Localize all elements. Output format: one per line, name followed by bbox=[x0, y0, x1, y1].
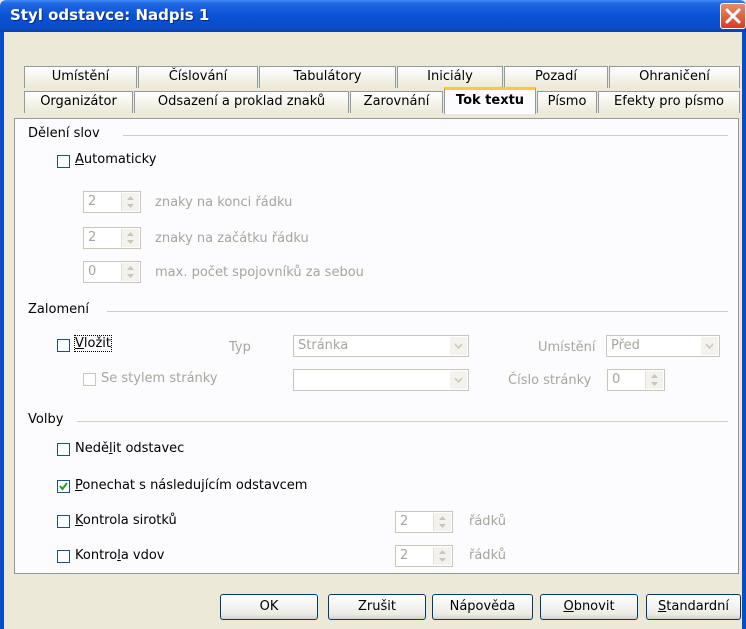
dropdown-button[interactable] bbox=[701, 337, 718, 355]
spin-arrows-icon bbox=[127, 232, 134, 244]
checkmark-icon bbox=[59, 482, 68, 491]
chevron-down-icon bbox=[454, 377, 463, 383]
window-frame-right bbox=[742, 32, 746, 629]
obnovit-button[interactable]: Obnovit bbox=[540, 594, 638, 620]
cislo-stranky-spin[interactable]: 0 bbox=[607, 369, 665, 391]
tab-pismo[interactable]: Písmo bbox=[537, 91, 597, 113]
sirotky-spin[interactable]: 2 bbox=[395, 511, 453, 533]
umisteni-label: Umístění bbox=[538, 340, 596, 355]
typ-select[interactable]: Stránka bbox=[293, 335, 469, 357]
tab-organizator[interactable]: Organizátor bbox=[24, 91, 133, 113]
typ-label: Typ bbox=[229, 340, 251, 355]
divider bbox=[123, 135, 728, 136]
spin-buttons[interactable] bbox=[433, 547, 451, 565]
chevron-down-icon bbox=[705, 343, 714, 349]
spin-znaky-konec-label: znaky na konci řádku bbox=[155, 195, 293, 210]
nedelit-label: Nedělit odstavec bbox=[75, 441, 185, 456]
spin-max-spojovniku[interactable]: 0 bbox=[83, 261, 141, 283]
close-button[interactable] bbox=[720, 3, 746, 29]
umisteni-select[interactable]: Před bbox=[606, 335, 720, 357]
divider bbox=[77, 421, 728, 422]
vdovy-unit: řádků bbox=[469, 548, 506, 563]
dropdown-button[interactable] bbox=[450, 337, 467, 355]
ponechat-checkbox[interactable] bbox=[57, 480, 70, 493]
group-zalomeni: Zalomení bbox=[28, 302, 89, 317]
group-deleni-slov: Dělení slov bbox=[28, 126, 100, 141]
tab-zarovnani[interactable]: Zarovnání bbox=[350, 91, 443, 113]
spin-buttons[interactable] bbox=[433, 513, 451, 531]
dropdown-button[interactable] bbox=[450, 371, 467, 389]
vdovy-spin[interactable]: 2 bbox=[395, 545, 453, 567]
ponechat-label: Ponechat s následujícím odstavcem bbox=[75, 478, 308, 493]
tab-pozadi[interactable]: Pozadí bbox=[504, 66, 608, 88]
tab-efekty-pro-pismo[interactable]: Efekty pro písmo bbox=[598, 91, 740, 113]
spin-buttons[interactable] bbox=[121, 229, 139, 247]
close-icon bbox=[725, 8, 741, 24]
tab-inicialy[interactable]: Iniciály bbox=[397, 66, 503, 88]
se-stylem-checkbox[interactable] bbox=[83, 373, 96, 386]
spin-arrows-icon bbox=[439, 516, 446, 528]
standardni-button[interactable]: Standardní bbox=[646, 594, 741, 620]
vlozit-label: Vložit bbox=[73, 335, 113, 352]
spin-buttons[interactable] bbox=[121, 193, 139, 211]
zrusit-button[interactable]: Zrušit bbox=[328, 594, 426, 620]
napoveda-button[interactable]: Nápověda bbox=[432, 594, 533, 620]
divider bbox=[107, 311, 728, 312]
group-volby: Volby bbox=[28, 412, 64, 427]
vdovy-label: Kontrola vdov bbox=[75, 548, 165, 563]
ok-button[interactable]: OK bbox=[220, 594, 318, 620]
spin-znaky-zacatek[interactable]: 2 bbox=[83, 227, 141, 249]
spin-buttons[interactable] bbox=[645, 371, 663, 389]
tab-tok-textu[interactable]: Tok textu bbox=[444, 87, 536, 114]
spin-max-spojovniku-label: max. počet spojovníků za sebou bbox=[155, 265, 364, 280]
se-stylem-label: Se stylem stránky bbox=[101, 371, 218, 386]
spin-buttons[interactable] bbox=[121, 263, 139, 281]
tab-cislovani[interactable]: Číslování bbox=[138, 66, 258, 88]
sirotky-unit: řádků bbox=[469, 514, 506, 529]
automaticky-checkbox[interactable] bbox=[57, 155, 70, 168]
spin-znaky-konec[interactable]: 2 bbox=[83, 191, 141, 213]
sirotky-label: Kontrola sirotků bbox=[75, 513, 177, 528]
vlozit-checkbox[interactable] bbox=[57, 339, 70, 352]
chevron-down-icon bbox=[454, 343, 463, 349]
spin-znaky-zacatek-label: znaky na začátku řádku bbox=[155, 231, 309, 246]
tab-ohraniceni[interactable]: Ohraničení bbox=[609, 66, 740, 88]
title-bar[interactable]: Styl odstavce: Nadpis 1 bbox=[0, 0, 746, 32]
window-frame-left bbox=[0, 32, 4, 629]
nedelit-checkbox[interactable] bbox=[57, 443, 70, 456]
tab-panel: Dělení slov Automaticky 2 znaky na konci… bbox=[14, 118, 739, 574]
tab-tabulatory[interactable]: Tabulátory bbox=[259, 66, 396, 88]
cislo-stranky-label: Číslo stránky bbox=[508, 373, 592, 388]
spin-arrows-icon bbox=[439, 550, 446, 562]
dialog-window: Styl odstavce: Nadpis 1 Umístění Číslová… bbox=[0, 0, 746, 629]
spin-arrows-icon bbox=[127, 266, 134, 278]
spin-arrows-icon bbox=[651, 374, 658, 386]
tab-odsazeni[interactable]: Odsazení a proklad znaků bbox=[134, 91, 349, 113]
spin-arrows-icon bbox=[127, 196, 134, 208]
sirotky-checkbox[interactable] bbox=[57, 515, 70, 528]
tab-umisteni[interactable]: Umístění bbox=[24, 66, 137, 88]
vdovy-checkbox[interactable] bbox=[57, 550, 70, 563]
automaticky-label: Automaticky bbox=[75, 152, 157, 167]
dialog-title: Styl odstavce: Nadpis 1 bbox=[10, 6, 210, 24]
se-stylem-select[interactable] bbox=[293, 369, 469, 391]
